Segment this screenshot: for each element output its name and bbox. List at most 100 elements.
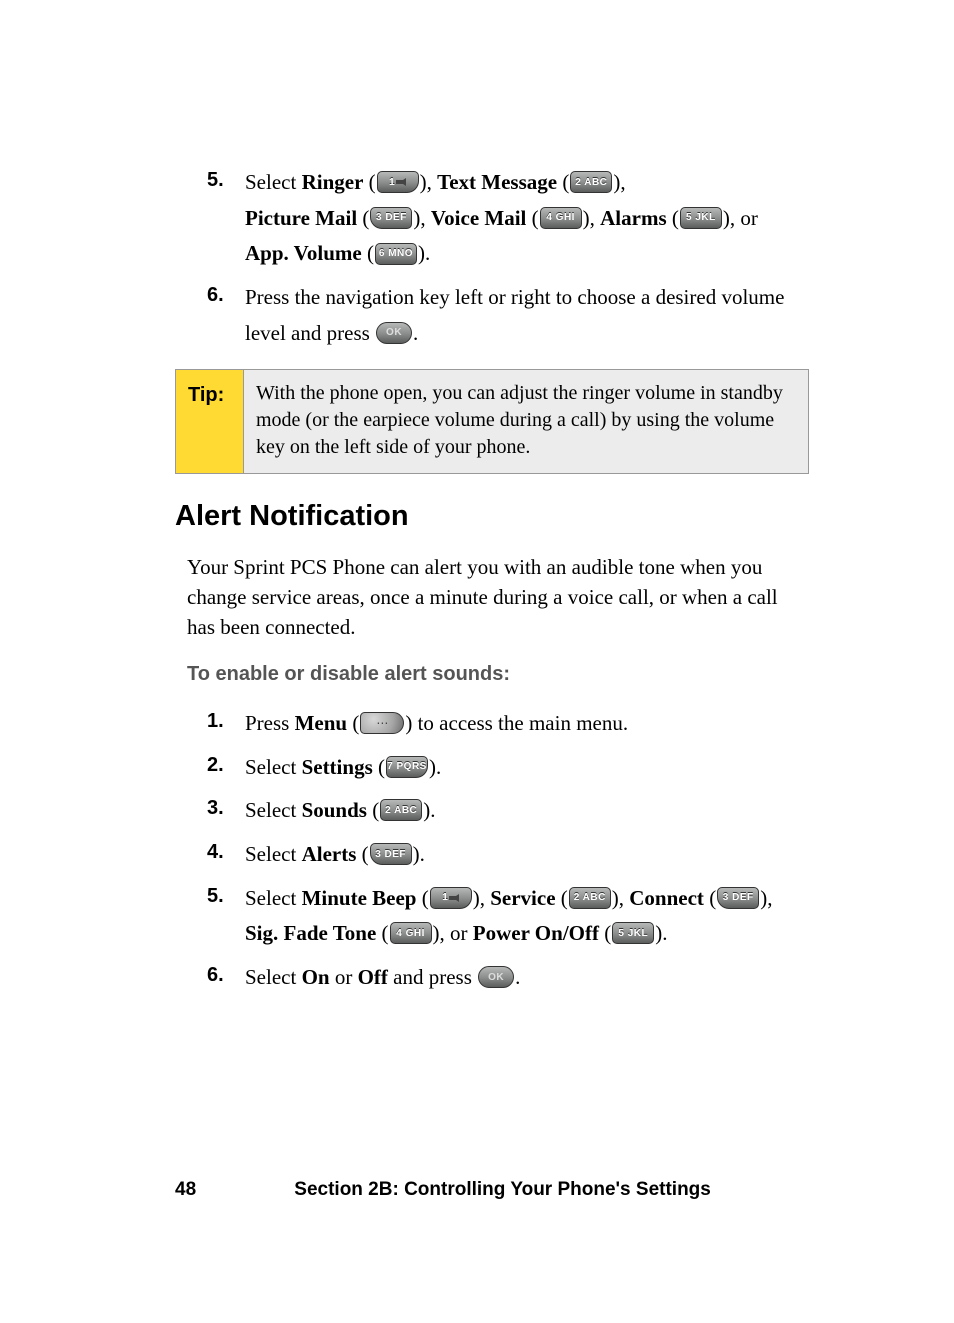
key-2-icon: 2 ABC [570, 171, 612, 193]
label-settings: Settings [302, 755, 373, 779]
paren: ) [583, 206, 590, 230]
text: Press the navigation key left or right t… [245, 285, 784, 345]
label-sounds: Sounds [302, 798, 367, 822]
key-menu-icon: ⋯ [360, 712, 404, 734]
step-number: 6. [207, 280, 245, 351]
footer-section: Section 2B: Controlling Your Phone's Set… [196, 1179, 809, 1201]
step-body: Select Sounds (2 ABC). [245, 793, 809, 829]
sep: or [330, 965, 358, 989]
list-step-6b: 6. Select On or Off and press OK. [207, 960, 809, 996]
key-5-icon: 5 JKL [680, 207, 722, 229]
heading-alert-notification: Alert Notification [175, 494, 809, 539]
list-step-5b: 5. Select Minute Beep (1 ), Service (2 A… [207, 881, 809, 952]
paren: ) [473, 886, 480, 910]
page-footer: 48 Section 2B: Controlling Your Phone's … [175, 1179, 809, 1201]
paren: ( [667, 206, 679, 230]
key-3-icon: 3 DEF [717, 887, 759, 909]
key-3-icon: 3 DEF [370, 843, 412, 865]
label-alarms: Alarms [600, 206, 667, 230]
text: Select [245, 755, 302, 779]
label-menu: Menu [295, 711, 348, 735]
key-ok-icon: OK [478, 966, 514, 988]
key-2-icon: 2 ABC [380, 799, 422, 821]
step-number: 4. [207, 837, 245, 873]
key-5-icon: 5 JKL [612, 922, 654, 944]
paren: ) [420, 170, 427, 194]
step-number: 5. [207, 165, 245, 272]
paren: ( [373, 755, 385, 779]
page-content: 5. Select Ringer (1 ), Text Message (2 A… [0, 0, 954, 996]
key-1-icon: 1 [377, 171, 419, 193]
period: . [425, 241, 430, 265]
sep: , [427, 170, 438, 194]
period: . [662, 921, 667, 945]
period: . [413, 321, 418, 345]
sub-heading: To enable or disable alert sounds: [187, 659, 809, 690]
label-sig-fade: Sig. Fade Tone [245, 921, 376, 945]
label-text-message: Text Message [437, 170, 557, 194]
text: Select [245, 965, 302, 989]
paren: ) [723, 206, 730, 230]
list-step-3b: 3. Select Sounds (2 ABC). [207, 793, 809, 829]
period: . [430, 798, 435, 822]
paren: ( [367, 798, 379, 822]
key-6-icon: 6 MNO [375, 243, 417, 265]
step-body: Press the navigation key left or right t… [245, 280, 809, 351]
label-voice-mail: Voice Mail [431, 206, 526, 230]
key-7-icon: 7 PQRS [386, 756, 428, 778]
list-step-5a: 5. Select Ringer (1 ), Text Message (2 A… [207, 165, 809, 272]
period: . [420, 842, 425, 866]
paren: ) [413, 842, 420, 866]
paren: ( [357, 206, 369, 230]
list-step-4b: 4. Select Alerts (3 DEF). [207, 837, 809, 873]
page-number: 48 [175, 1179, 196, 1201]
text: to access the main menu. [412, 711, 628, 735]
sep: , [620, 170, 625, 194]
step-number: 2. [207, 750, 245, 786]
sep: , [619, 886, 630, 910]
step-body: Select On or Off and press OK. [245, 960, 809, 996]
paren: ( [557, 170, 569, 194]
label-connect: Connect [629, 886, 704, 910]
label-app-volume: App. Volume [245, 241, 362, 265]
step-number: 5. [207, 881, 245, 952]
key-1-icon: 1 [430, 887, 472, 909]
key-4-icon: 4 GHI [390, 922, 432, 944]
list-step-6a: 6. Press the navigation key left or righ… [207, 280, 809, 351]
key-3-icon: 3 DEF [370, 207, 412, 229]
step-body: Select Alerts (3 DEF). [245, 837, 809, 873]
sep: , [590, 206, 601, 230]
label-off: Off [358, 965, 388, 989]
text: and press [388, 965, 477, 989]
step-body: Select Minute Beep (1 ), Service (2 ABC)… [245, 881, 809, 952]
tip-box: Tip: With the phone open, you can adjust… [175, 369, 809, 474]
key-ok-icon: OK [376, 322, 412, 344]
sep: , [480, 886, 491, 910]
paren: ( [376, 921, 388, 945]
text: Press [245, 711, 295, 735]
label-on: On [302, 965, 330, 989]
paren: ) [612, 886, 619, 910]
sep: , [420, 206, 431, 230]
sep: , [767, 886, 772, 910]
paren: ( [416, 886, 428, 910]
paren: ( [526, 206, 538, 230]
key-2-icon: 2 ABC [569, 887, 611, 909]
paren: ( [704, 886, 716, 910]
step-number: 1. [207, 706, 245, 742]
text: Select [245, 798, 302, 822]
step-body: Press Menu (⋯) to access the main menu. [245, 706, 809, 742]
list-step-1b: 1. Press Menu (⋯) to access the main men… [207, 706, 809, 742]
step-body: Select Settings (7 PQRS). [245, 750, 809, 786]
paren: ) [418, 241, 425, 265]
text: Select [245, 886, 302, 910]
step-number: 6. [207, 960, 245, 996]
paren: ) [433, 921, 440, 945]
key-4-icon: 4 GHI [540, 207, 582, 229]
paren: ( [599, 921, 611, 945]
list-step-2b: 2. Select Settings (7 PQRS). [207, 750, 809, 786]
step-number: 3. [207, 793, 245, 829]
period: . [515, 965, 520, 989]
label-service: Service [490, 886, 555, 910]
step-body: Select Ringer (1 ), Text Message (2 ABC)… [245, 165, 809, 272]
